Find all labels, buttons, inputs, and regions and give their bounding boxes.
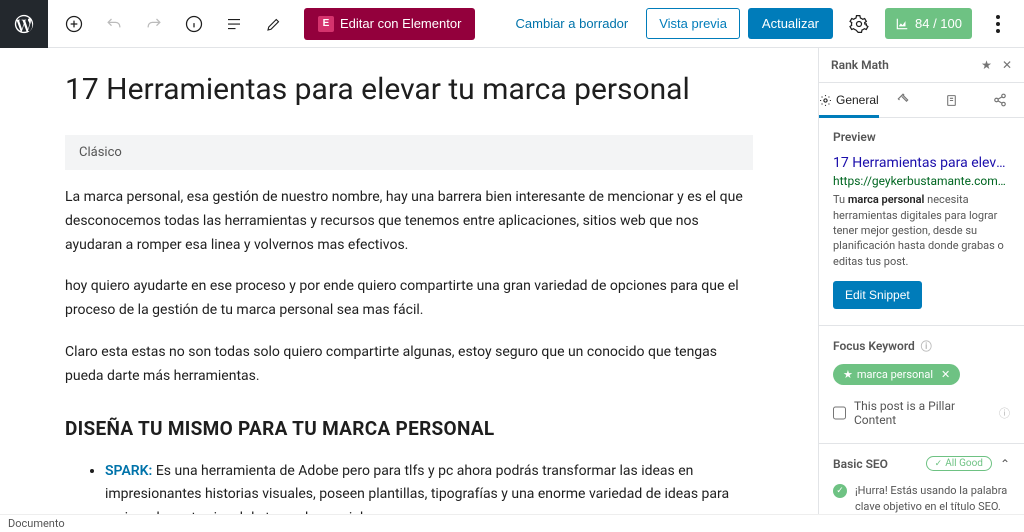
editor-topbar: EEditar con Elementor Cambiar a borrador… xyxy=(0,0,1024,48)
rankmath-header: Rank Math ★ ✕ xyxy=(819,48,1024,83)
block-type-label: Clásico xyxy=(65,135,753,170)
heading-2[interactable]: DISEÑA TU MISMO PARA TU MARCA PERSONAL xyxy=(65,417,753,440)
tab-schema[interactable] xyxy=(927,83,975,117)
check-icon: ✓ xyxy=(833,484,847,498)
paragraph[interactable]: hoy quiero ayudarte en ese proceso y por… xyxy=(65,275,753,323)
keyword-pill[interactable]: ★marca personal✕ xyxy=(833,364,960,385)
settings-gear-icon[interactable] xyxy=(841,6,877,42)
seo-score-button[interactable]: 84 / 100 xyxy=(885,8,972,39)
serp-preview-url[interactable]: https://geykerbustamante.com/herramie… xyxy=(833,174,1010,188)
serp-preview-title[interactable]: 17 Herramientas para elevar tu MA… xyxy=(833,154,1010,172)
post-title[interactable]: 17 Herramientas para elevar tu marca per… xyxy=(65,72,753,107)
serp-preview-description[interactable]: Tu marca personal necesita herramientas … xyxy=(833,192,1010,269)
update-button[interactable]: Actualizar xyxy=(748,8,833,39)
post-content[interactable]: La marca personal, esa gestión de nuestr… xyxy=(65,186,753,524)
elementor-button[interactable]: EEditar con Elementor xyxy=(304,8,475,40)
paragraph[interactable]: La marca personal, esa gestión de nuestr… xyxy=(65,186,753,257)
preview-label: Preview xyxy=(833,130,1010,144)
edit-button[interactable] xyxy=(256,6,292,42)
redo-button[interactable] xyxy=(136,6,172,42)
tab-general[interactable]: General xyxy=(819,83,879,117)
tab-advanced[interactable] xyxy=(879,83,927,117)
edit-snippet-button[interactable]: Edit Snippet xyxy=(833,281,922,309)
chevron-up-icon: ⌃ xyxy=(1000,457,1010,471)
more-menu-icon[interactable] xyxy=(980,6,1016,42)
rankmath-title: Rank Math xyxy=(831,58,971,72)
help-icon[interactable]: ⓘ xyxy=(999,405,1010,421)
help-icon[interactable]: ⓘ xyxy=(921,338,932,354)
rankmath-sidebar: Rank Math ★ ✕ General Preview 17 Herrami… xyxy=(818,48,1024,524)
all-good-badge: All Good xyxy=(926,456,992,471)
focus-keyword-section: Focus Keywordⓘ ★marca personal✕ This pos… xyxy=(819,326,1024,444)
focus-keyword-label: Focus Keywordⓘ xyxy=(833,338,1010,354)
tool-link-spark[interactable]: SPARK: xyxy=(105,463,152,479)
preview-button[interactable]: Vista previa xyxy=(646,8,740,39)
close-icon[interactable]: ✕ xyxy=(1002,58,1012,72)
toolbar-left: EEditar con Elementor xyxy=(56,6,475,42)
star-icon: ★ xyxy=(843,368,853,381)
toolbar-right: Cambiar a borrador Vista previa Actualiz… xyxy=(506,6,1016,42)
rankmath-tabs: General xyxy=(819,83,1024,118)
tab-social[interactable] xyxy=(976,83,1024,117)
preview-section: Preview 17 Herramientas para elevar tu M… xyxy=(819,118,1024,326)
star-icon[interactable]: ★ xyxy=(981,58,992,72)
outline-button[interactable] xyxy=(216,6,252,42)
remove-keyword-icon[interactable]: ✕ xyxy=(941,368,950,381)
main-area: 17 Herramientas para elevar tu marca per… xyxy=(0,48,1024,524)
undo-button[interactable] xyxy=(96,6,132,42)
wordpress-logo[interactable] xyxy=(0,0,48,48)
basic-seo-header[interactable]: Basic SEO All Good ⌃ xyxy=(819,444,1024,483)
pillar-checkbox[interactable] xyxy=(833,406,846,420)
pillar-content-row[interactable]: This post is a Pillar Content ⓘ xyxy=(833,399,1010,427)
footer-bar: Documento xyxy=(0,514,1024,532)
switch-draft-button[interactable]: Cambiar a borrador xyxy=(506,8,639,39)
paragraph[interactable]: Claro esta estas no son todas solo quier… xyxy=(65,341,753,389)
post-editor[interactable]: 17 Herramientas para elevar tu marca per… xyxy=(0,48,818,524)
info-button[interactable] xyxy=(176,6,212,42)
document-label[interactable]: Documento xyxy=(8,517,65,530)
add-block-button[interactable] xyxy=(56,6,92,42)
elementor-icon: E xyxy=(318,16,334,32)
